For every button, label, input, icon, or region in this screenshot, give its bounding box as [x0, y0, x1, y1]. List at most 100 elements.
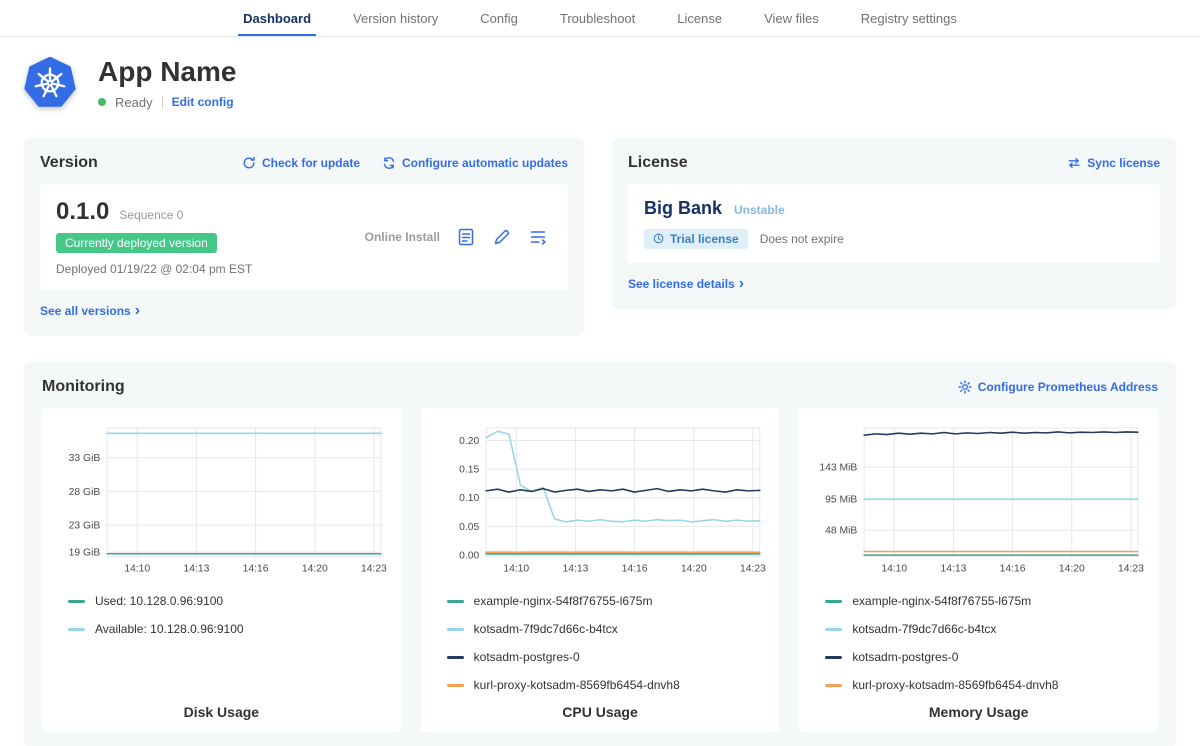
legend-label: kotsadm-7f9dc7d66c-b4tcx — [474, 622, 618, 636]
trial-license-label: Trial license — [670, 232, 739, 246]
deployed-timestamp: Deployed 01/19/22 @ 02:04 pm EST — [56, 262, 349, 276]
license-title: License — [628, 154, 688, 172]
license-customer: Big Bank — [644, 198, 722, 219]
svg-text:0.10: 0.10 — [459, 493, 479, 504]
deploy-logs-icon[interactable] — [528, 227, 548, 247]
check-for-update-label: Check for update — [262, 156, 360, 170]
chart-legend: example-nginx-54f8f76755-l675mkotsadm-7f… — [433, 594, 768, 692]
app-header: App Name Ready Edit config — [0, 37, 1200, 124]
edit-config-icon[interactable] — [492, 227, 512, 247]
see-license-details-label: See license details — [628, 277, 735, 291]
legend-item-available-10-128-0-96-9100: Available: 10.128.0.96:9100 — [68, 622, 389, 636]
svg-text:143 MiB: 143 MiB — [820, 462, 858, 473]
svg-text:14:16: 14:16 — [243, 563, 269, 574]
install-type: Online Install — [349, 230, 456, 244]
preflight-checks-icon[interactable] — [456, 227, 476, 247]
legend-swatch-icon — [447, 656, 464, 659]
monitoring-head: Monitoring Configure Prometheus Address — [42, 378, 1158, 396]
app-title-block: App Name Ready Edit config — [98, 57, 236, 110]
svg-text:14:20: 14:20 — [302, 563, 328, 574]
monitoring-panel: Monitoring Configure Prometheus Address … — [24, 362, 1176, 746]
tab-troubleshoot[interactable]: Troubleshoot — [539, 0, 656, 36]
ready-status-dot-icon — [98, 98, 106, 106]
legend-item-used-10-128-0-96-9100: Used: 10.128.0.96:9100 — [68, 594, 389, 608]
chart-plot-disk-usage: 33 GiB28 GiB23 GiB19 GiB14:1014:1314:161… — [54, 420, 389, 582]
kubernetes-logo-icon — [24, 57, 76, 109]
legend-swatch-icon — [447, 684, 464, 687]
configure-auto-updates-button[interactable]: Configure automatic updates — [382, 156, 568, 170]
check-for-update-button[interactable]: Check for update — [242, 156, 360, 170]
legend-swatch-icon — [68, 628, 85, 631]
svg-text:95 MiB: 95 MiB — [825, 494, 857, 505]
svg-text:0.20: 0.20 — [459, 436, 479, 447]
app-status: Ready — [115, 95, 153, 110]
chart-title: Disk Usage — [54, 692, 389, 720]
sync-license-label: Sync license — [1087, 156, 1160, 170]
license-card: Big Bank Unstable Trial license Does not… — [628, 184, 1160, 263]
legend-swatch-icon — [68, 600, 85, 603]
chart-card-cpu-usage: 0.200.150.100.050.0014:1014:1314:1614:20… — [421, 408, 780, 732]
version-links: Check for update Configure automatic upd… — [242, 156, 568, 170]
version-panel: Version Check for update — [24, 138, 584, 336]
legend-item-example-nginx-54f8f76755-l675m: example-nginx-54f8f76755-l675m — [825, 594, 1146, 608]
legend-swatch-icon — [447, 600, 464, 603]
legend-label: kurl-proxy-kotsadm-8569fb6454-dnvh8 — [852, 678, 1058, 692]
svg-text:19 GiB: 19 GiB — [69, 547, 101, 558]
tab-view-files[interactable]: View files — [743, 0, 840, 36]
chart-plot-memory-usage: 143 MiB95 MiB48 MiB14:1014:1314:1614:201… — [811, 420, 1146, 582]
version-title: Version — [40, 154, 98, 172]
legend-item-kotsadm-7f9dc7d66c-b4tcx: kotsadm-7f9dc7d66c-b4tcx — [825, 622, 1146, 636]
tab-license[interactable]: License — [656, 0, 743, 36]
see-all-versions-link[interactable]: See all versions › — [40, 304, 140, 318]
chart-legend: Used: 10.128.0.96:9100 Available: 10.128.… — [54, 594, 389, 636]
deployed-version-badge: Currently deployed version — [56, 233, 217, 253]
legend-swatch-icon — [825, 684, 842, 687]
tab-config[interactable]: Config — [459, 0, 539, 36]
svg-text:14:23: 14:23 — [1118, 563, 1144, 574]
legend-label: example-nginx-54f8f76755-l675m — [852, 594, 1031, 608]
tab-version-history[interactable]: Version history — [332, 0, 459, 36]
edit-config-link[interactable]: Edit config — [172, 95, 234, 109]
chart-card-memory-usage: 143 MiB95 MiB48 MiB14:1014:1314:1614:201… — [799, 408, 1158, 732]
legend-item-kotsadm-postgres-0: kotsadm-postgres-0 — [447, 650, 768, 664]
legend-item-kurl-proxy-kotsadm-8569fb6454-dnvh8: kurl-proxy-kotsadm-8569fb6454-dnvh8 — [825, 678, 1146, 692]
chart-legend: example-nginx-54f8f76755-l675m kotsadm-7f… — [811, 594, 1146, 692]
license-panel: License Sync license Big Bank Unstable — [612, 138, 1176, 309]
auto-update-icon — [382, 156, 396, 170]
license-channel: Unstable — [734, 203, 785, 217]
app-status-row: Ready Edit config — [98, 95, 236, 110]
svg-text:0.05: 0.05 — [459, 522, 479, 533]
clock-icon — [653, 233, 664, 244]
chart-title: Memory Usage — [811, 692, 1146, 720]
svg-text:48 MiB: 48 MiB — [825, 525, 857, 536]
chart-plot-cpu-usage: 0.200.150.100.050.0014:1014:1314:1614:20… — [433, 420, 768, 582]
legend-label: kotsadm-7f9dc7d66c-b4tcx — [852, 622, 996, 636]
legend-label: Available: 10.128.0.96:9100 — [95, 622, 244, 636]
see-all-versions-label: See all versions — [40, 304, 131, 318]
svg-text:14:16: 14:16 — [1000, 563, 1026, 574]
sync-icon — [1067, 156, 1081, 170]
tab-dashboard[interactable]: Dashboard — [222, 0, 332, 36]
svg-text:14:10: 14:10 — [124, 563, 150, 574]
see-license-details-link[interactable]: See license details › — [628, 277, 744, 291]
configure-prometheus-label: Configure Prometheus Address — [978, 380, 1158, 394]
version-actions — [456, 227, 552, 247]
cards-row: Version Check for update — [0, 124, 1200, 336]
version-panel-head: Version Check for update — [40, 154, 568, 172]
svg-text:14:23: 14:23 — [740, 563, 766, 574]
charts-row: 33 GiB28 GiB23 GiB19 GiB14:1014:1314:161… — [42, 408, 1158, 732]
configure-prometheus-button[interactable]: Configure Prometheus Address — [958, 380, 1158, 394]
svg-text:14:13: 14:13 — [941, 563, 967, 574]
chevron-right-icon: › — [739, 278, 744, 290]
top-nav-tabs: DashboardVersion historyConfigTroublesho… — [0, 0, 1200, 37]
tab-registry-settings[interactable]: Registry settings — [840, 0, 978, 36]
svg-text:14:20: 14:20 — [1059, 563, 1085, 574]
license-panel-head: License Sync license — [628, 154, 1160, 172]
version-info: 0.1.0 Sequence 0 Currently deployed vers… — [56, 198, 349, 276]
svg-text:23 GiB: 23 GiB — [69, 520, 101, 531]
sync-license-button[interactable]: Sync license — [1067, 156, 1160, 170]
version-sequence: Sequence 0 — [119, 208, 183, 222]
svg-text:0.00: 0.00 — [459, 550, 479, 561]
legend-label: kotsadm-postgres-0 — [852, 650, 958, 664]
legend-item-kurl-proxy-kotsadm-8569fb6454-dnvh8: kurl-proxy-kotsadm-8569fb6454-dnvh8 — [447, 678, 768, 692]
